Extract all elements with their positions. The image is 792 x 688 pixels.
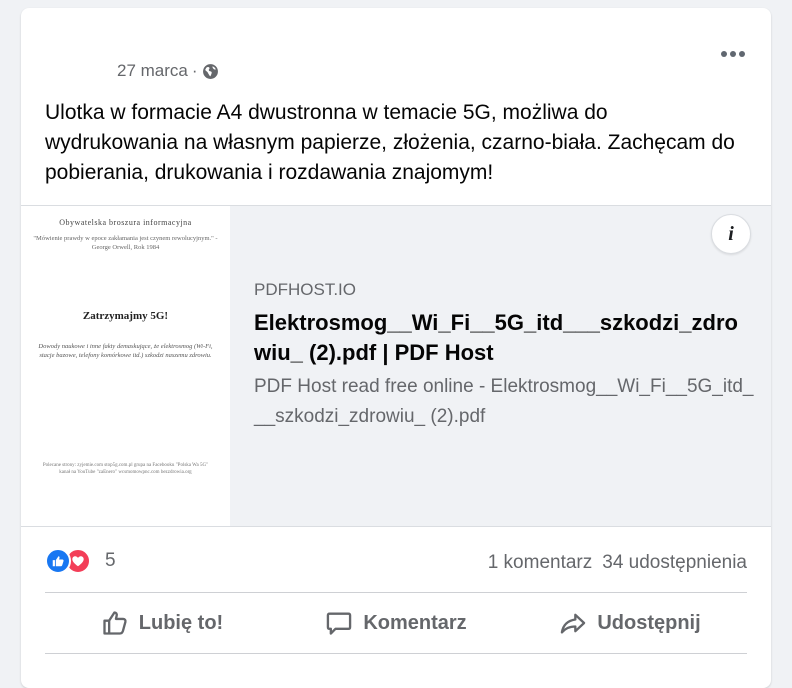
dot-icon xyxy=(721,51,727,57)
like-label: Lubię to! xyxy=(138,611,224,634)
comment-icon xyxy=(327,612,352,635)
comment-label: Komentarz xyxy=(363,611,467,634)
action-bar: Lubię to! Komentarz Udostępnij xyxy=(45,592,747,654)
post-card: 27 marca · Ulotka w formacie A4 dwustron… xyxy=(21,8,771,688)
link-title[interactable]: Elektrosmog__Wi_Fi__5G_itd___szkodzi_zdr… xyxy=(254,308,754,368)
thumbnail-title: Zatrzymajmy 5G! xyxy=(82,310,169,322)
dot-icon xyxy=(730,51,736,57)
thumbnail-heading: Obywatelska broszura informacyjna xyxy=(59,218,192,227)
link-domain: PDFHOST.IO xyxy=(254,280,357,299)
like-reaction-icon xyxy=(45,548,71,574)
thumbnail-quote: "Mówienie prawdy w epoce zakłamania jest… xyxy=(33,235,218,251)
post-stats: 5 1 komentarz 34 udostępnienia xyxy=(45,542,747,578)
info-button[interactable]: i xyxy=(711,214,751,254)
share-label: Udostępnij xyxy=(597,611,701,634)
link-text[interactable]: PDFHOST.IO Elektrosmog__Wi_Fi__5G_itd___… xyxy=(254,278,754,432)
thumbs-up-icon xyxy=(103,611,127,635)
meta-separator: · xyxy=(191,61,198,80)
thumbnail-body: Dowody naukowe i inne fakty demaskujące,… xyxy=(38,343,213,359)
post-meta: 27 marca · xyxy=(117,61,219,81)
link-preview[interactable]: Obywatelska broszura informacyjna "Mówie… xyxy=(21,205,771,527)
more-options-button[interactable] xyxy=(715,42,751,66)
post-text: Ulotka w formacie A4 dwustronna w temaci… xyxy=(45,101,735,184)
thumbnail-footer: Polecane strony: zyjemie.com stop5g.com.… xyxy=(42,463,209,475)
comment-button[interactable]: Komentarz xyxy=(279,593,513,653)
comments-count[interactable]: 1 komentarz xyxy=(488,552,593,574)
dot-icon xyxy=(739,51,745,57)
share-button[interactable]: Udostępnij xyxy=(513,593,747,653)
globe-icon[interactable] xyxy=(202,63,219,80)
like-button[interactable]: Lubię to! xyxy=(45,593,279,653)
reaction-count: 5 xyxy=(105,550,116,571)
share-icon xyxy=(561,613,586,634)
shares-count[interactable]: 34 udostępnienia xyxy=(602,552,747,574)
link-thumbnail[interactable]: Obywatelska broszura informacyjna "Mówie… xyxy=(21,206,230,526)
post-header: 27 marca · xyxy=(21,8,771,98)
post-date[interactable]: 27 marca xyxy=(117,61,188,81)
engagement-counts: 1 komentarz 34 udostępnienia xyxy=(488,552,747,574)
reactions-summary[interactable]: 5 xyxy=(45,548,116,574)
link-description: PDF Host read free online - Elektrosmog_… xyxy=(254,376,754,427)
